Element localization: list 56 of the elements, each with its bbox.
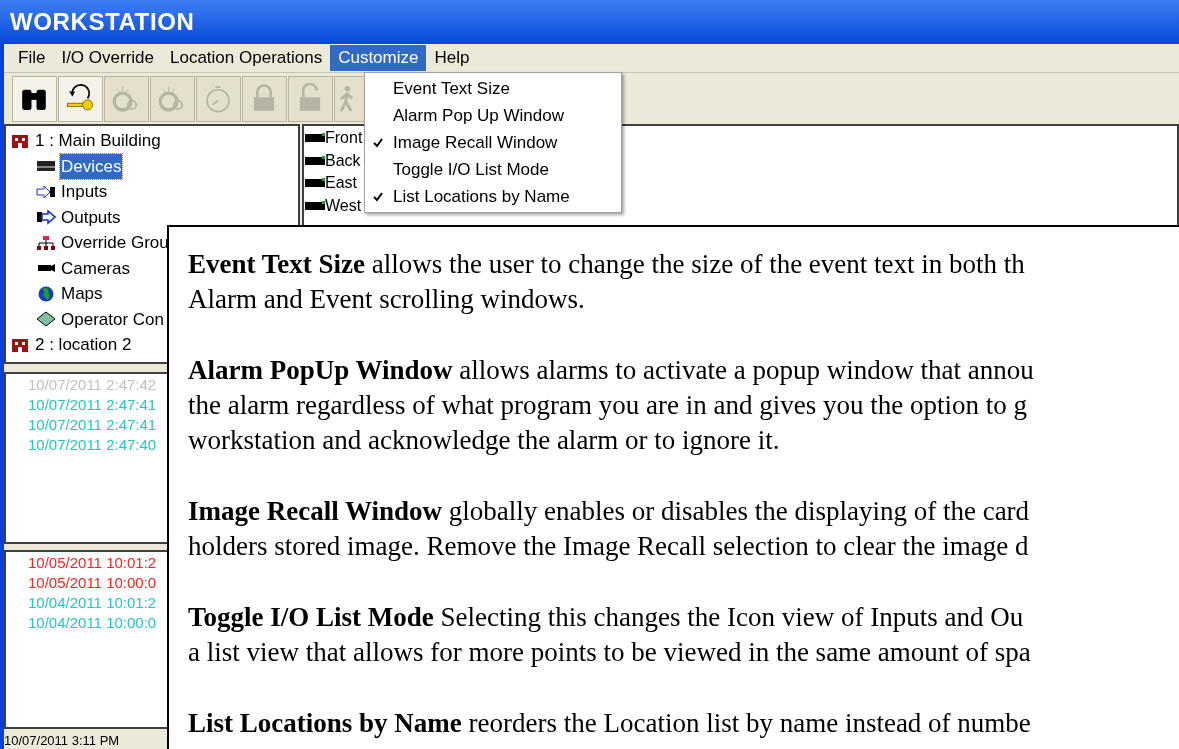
tree-item[interactable]: 1 : Main Building: [34, 128, 162, 154]
event-entry: 10/07/2011 2:47:41: [28, 415, 157, 435]
building-icon: [10, 132, 30, 149]
menu-option[interactable]: Event Text Size: [365, 75, 621, 102]
building-icon: [10, 336, 30, 353]
event-entry: 10/07/2011 2:47:40: [28, 435, 157, 455]
device-icon: [305, 177, 325, 190]
device-item[interactable]: Front: [325, 126, 363, 151]
menu-option[interactable]: Toggle I/O List Mode: [365, 156, 621, 183]
tree-item[interactable]: Maps: [60, 281, 104, 307]
menu-option[interactable]: Alarm Pop Up Window: [365, 102, 621, 129]
description-paragraph: Event Text Size allows the user to change the size of the event text in both th Alarm and Event scrolling windows.: [188, 248, 1025, 316]
device-icon: [305, 132, 325, 145]
tree-item[interactable]: Outputs: [60, 204, 122, 230]
window-title: WORKSTATION: [10, 7, 195, 37]
menu-option-label: Toggle I/O List Mode: [393, 158, 549, 181]
status-bar-text: 10/07/2011 3:11 PM: [4, 733, 120, 749]
menu-item[interactable]: Customize: [330, 45, 427, 71]
menu-item[interactable]: I/O Override: [53, 45, 162, 71]
console-icon: [36, 311, 56, 328]
tree-item[interactable]: Operator Con: [60, 306, 165, 332]
description-paragraph: List Locations by Name reorders the Location list by name instead of numbe: [188, 707, 1031, 740]
menu-option-label: Image Recall Window: [393, 131, 558, 154]
description-paragraph: Toggle I/O List Mode Selecting this changes the Icon view of Inputs and Ou a list view that allows for more points to be viewed in the same amount of spa: [188, 601, 1031, 669]
menu-option[interactable]: List Locations by Name: [365, 183, 621, 210]
tree-item[interactable]: 2 : location 2: [34, 332, 133, 358]
device-item[interactable]: West: [325, 193, 362, 218]
input-arrow-icon: [36, 183, 56, 200]
device-icon: [305, 199, 325, 212]
menu-option-label: Event Text Size: [393, 77, 510, 100]
tree-item[interactable]: Devices: [60, 153, 123, 179]
walking-person-icon: [340, 85, 354, 112]
output-arrow-icon: [36, 209, 56, 226]
tree-item[interactable]: Inputs: [60, 179, 109, 205]
toolbar-button[interactable]: [12, 75, 57, 122]
description-paragraph: Alarm PopUp Window allows alarms to activate a popup window that annou the alarm regardless of what program you are in and gives you the option to g workstation and acknowledge the alarm or to ignore it.: [188, 354, 1034, 457]
toolbar-button[interactable]: [58, 75, 103, 122]
menu-option[interactable]: Image Recall Window: [365, 129, 621, 156]
alarm-entry: 10/05/2011 10:01:2: [28, 553, 157, 573]
description-paragraph: Image Recall Window globally enables or disables the displaying of the card holders stored image. Remove the Image Recall selection to clear the image d: [188, 495, 1030, 563]
menu-option-label: Alarm Pop Up Window: [393, 104, 564, 127]
alarm-entry: 10/05/2011 10:00:0: [28, 573, 157, 593]
alarm-entry: 10/04/2011 10:01:2: [28, 593, 157, 613]
device-item[interactable]: Back: [325, 148, 361, 173]
menu-item[interactable]: File: [10, 45, 54, 71]
menu-item[interactable]: Location Operations: [162, 45, 331, 71]
device-icon: [305, 154, 325, 167]
event-entry: 10/07/2011 2:47:41: [28, 395, 157, 415]
globe-icon: [36, 285, 56, 302]
device-item[interactable]: East: [325, 171, 357, 196]
alarm-entry: 10/04/2011 10:00:0: [28, 613, 157, 633]
menu-item[interactable]: Help: [426, 45, 478, 71]
menu-option-label: List Locations by Name: [393, 185, 570, 208]
tree-item[interactable]: Cameras: [60, 255, 131, 281]
network-icon: [36, 234, 56, 251]
event-entry: 10/07/2011 2:47:42: [28, 375, 157, 395]
